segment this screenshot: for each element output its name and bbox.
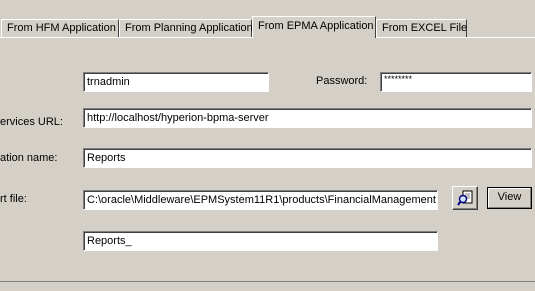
tab-from-hfm-application[interactable]: From HFM Application xyxy=(1,19,119,37)
services-url-field[interactable]: http://localhost/hyperion-bpma-server xyxy=(83,108,532,128)
browse-search-icon xyxy=(457,190,474,207)
file-path-field[interactable]: C:\oracle\Middleware\EPMSystem11R1\produ… xyxy=(83,190,438,210)
file-label: rt file: xyxy=(0,193,27,205)
browse-button[interactable] xyxy=(452,186,478,210)
name-field-value: Reports_ xyxy=(87,235,132,247)
services-url-label: ervices URL: xyxy=(0,116,63,128)
name-field[interactable]: Reports_ xyxy=(83,231,438,251)
view-button[interactable]: View xyxy=(487,187,532,209)
password-label: Password: xyxy=(316,75,368,87)
tab-from-planning-application[interactable]: From Planning Application xyxy=(119,19,253,37)
username-field[interactable]: trnadmin xyxy=(83,72,269,92)
tab-from-excel-file[interactable]: From EXCEL File xyxy=(376,19,467,37)
application-name-field[interactable]: Reports xyxy=(83,148,532,168)
tab-from-epma-application[interactable]: From EPMA Application xyxy=(252,16,376,38)
view-button-label: View xyxy=(488,188,531,208)
top-strip xyxy=(0,0,535,16)
application-name-label: ation name: xyxy=(0,152,58,164)
password-field[interactable]: ******** xyxy=(380,72,532,92)
